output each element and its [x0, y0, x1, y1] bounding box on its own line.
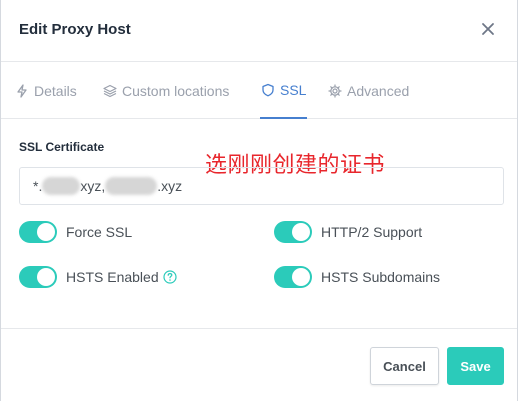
hsts-subdomains-switch[interactable]	[274, 266, 312, 288]
http2-toggle-row: HTTP/2 Support	[274, 221, 422, 243]
tab-custom-locations-label: Custom locations	[122, 82, 230, 99]
hsts-enabled-label: HSTS Enabled	[66, 269, 159, 285]
force-ssl-label: Force SSL	[66, 224, 133, 240]
edit-proxy-host-modal: Edit Proxy Host Details Custom locations…	[0, 0, 518, 401]
cancel-button[interactable]: Cancel	[370, 347, 439, 385]
ssl-certificate-select[interactable]: *. xyz, .xyz	[19, 167, 504, 205]
force-ssl-switch[interactable]	[19, 221, 57, 243]
redacted-domain	[105, 177, 158, 195]
hsts-subdomains-label: HSTS Subdomains	[321, 269, 441, 285]
tab-advanced[interactable]: Advanced	[328, 62, 409, 119]
modal-title: Edit Proxy Host	[19, 21, 131, 38]
tab-advanced-label: Advanced	[347, 82, 410, 99]
shield-icon	[262, 83, 274, 96]
hsts-subdomains-toggle-row: HSTS Subdomains	[274, 266, 440, 288]
http2-label: HTTP/2 Support	[321, 224, 423, 240]
redacted-domain	[42, 177, 81, 195]
layers-icon	[103, 84, 117, 97]
tab-ssl[interactable]: SSL	[260, 62, 308, 119]
cert-part2-suffix: .xyz	[157, 178, 183, 194]
cert-part1-suffix: xyz,	[80, 178, 106, 194]
close-icon[interactable]	[477, 18, 499, 40]
bolt-icon	[17, 83, 27, 98]
cert-prefix: *.	[33, 178, 43, 194]
tab-custom-locations[interactable]: Custom locations	[103, 62, 229, 119]
save-button[interactable]: Save	[447, 347, 504, 385]
modal-footer: Cancel Save	[1, 328, 517, 401]
hsts-enabled-switch[interactable]	[19, 266, 57, 288]
tab-bar: Details Custom locations SSL Advanced	[1, 62, 517, 119]
help-icon[interactable]	[163, 270, 177, 284]
ssl-certificate-label: SSL Certificate	[19, 140, 105, 154]
tab-details[interactable]: Details	[15, 62, 77, 119]
http2-switch[interactable]	[274, 221, 312, 243]
tab-details-label: Details	[34, 82, 77, 99]
force-ssl-toggle-row: Force SSL	[19, 221, 132, 243]
tab-ssl-label: SSL	[280, 81, 307, 98]
hsts-enabled-toggle-row: HSTS Enabled	[19, 266, 177, 288]
gear-icon	[328, 83, 342, 98]
modal-header: Edit Proxy Host	[1, 0, 517, 62]
